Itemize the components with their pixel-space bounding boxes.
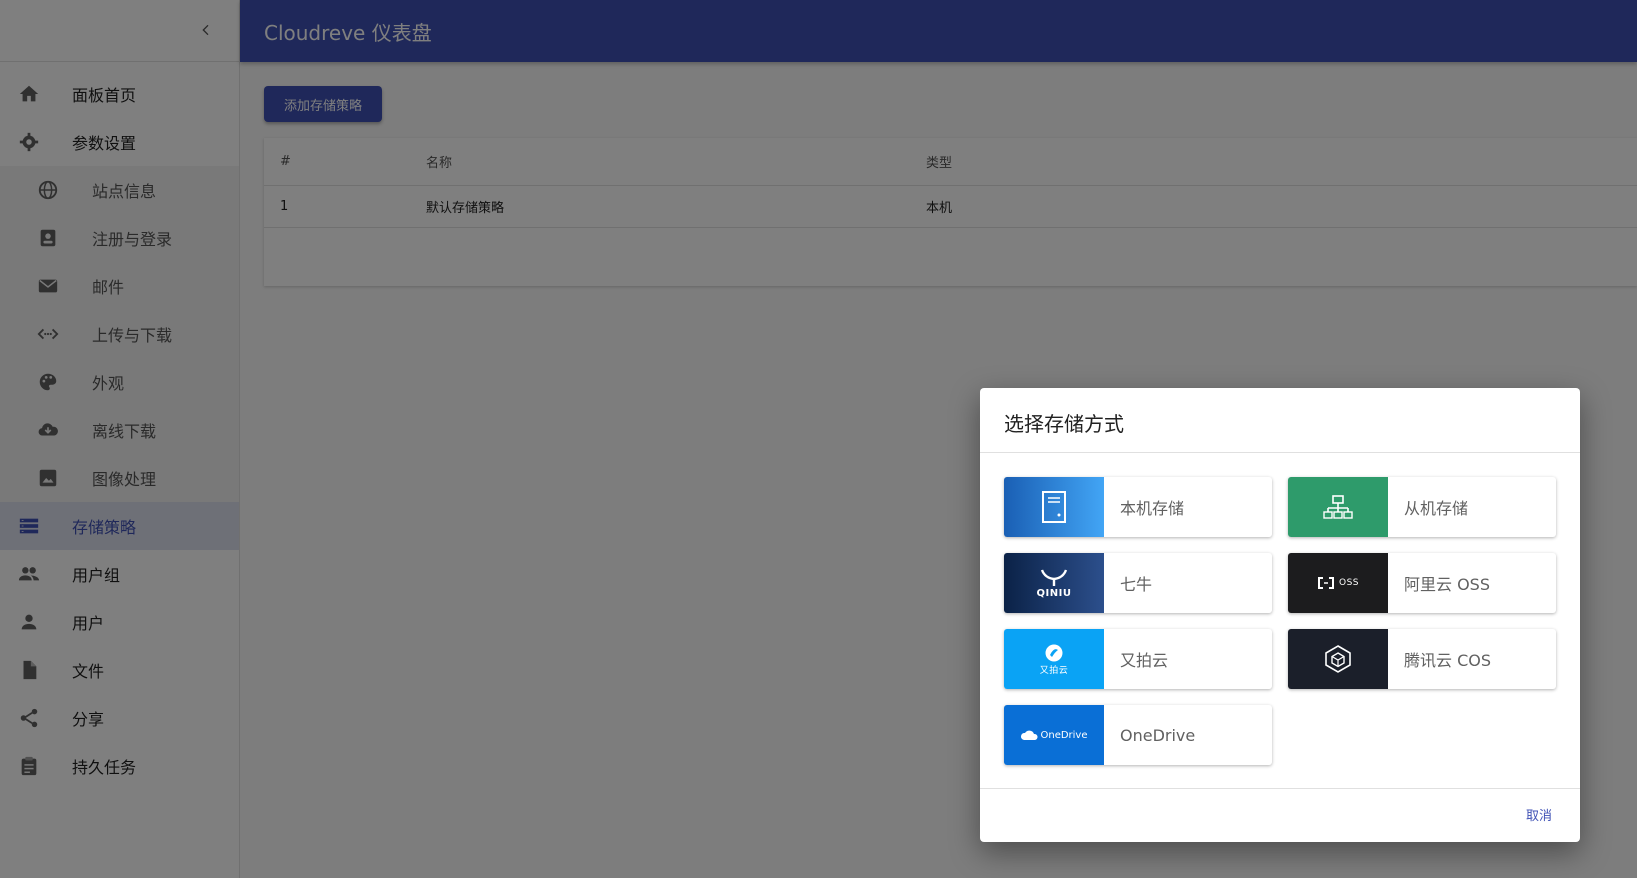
dialog-divider-bottom <box>980 788 1580 789</box>
onedrive-logo-text: OneDrive <box>1040 729 1088 741</box>
select-storage-dialog: 选择存储方式 本机存储 从机存储 QINIU 七牛 OSS 阿里云 OSS 又拍… <box>980 388 1580 842</box>
storage-option-upyun[interactable]: 又拍云 又拍云 <box>1004 629 1272 689</box>
upyun-logo-text: 又拍云 <box>1039 665 1069 676</box>
qiniu-logo-text: QINIU <box>1036 587 1072 599</box>
cancel-button[interactable]: 取消 <box>1522 801 1556 828</box>
dialog-divider-top <box>980 452 1580 453</box>
storage-option-label: 七牛 <box>1120 575 1153 594</box>
network-icon <box>1288 477 1388 537</box>
server-icon <box>1004 477 1104 537</box>
dialog-title: 选择存储方式 <box>1004 412 1124 436</box>
upyun-logo-icon: 又拍云 <box>1004 629 1104 689</box>
storage-option-label: 又拍云 <box>1120 651 1169 670</box>
storage-option-qiniu[interactable]: QINIU 七牛 <box>1004 553 1272 613</box>
storage-option-label: 从机存储 <box>1404 499 1469 518</box>
storage-option-tencent-cos[interactable]: 腾讯云 COS <box>1288 629 1556 689</box>
storage-option-label: 本机存储 <box>1120 499 1185 518</box>
storage-option-onedrive[interactable]: OneDrive OneDrive <box>1004 705 1272 765</box>
storage-option-local[interactable]: 本机存储 <box>1004 477 1272 537</box>
storage-option-label: 阿里云 OSS <box>1404 575 1490 594</box>
onedrive-logo-icon: OneDrive <box>1004 705 1104 765</box>
storage-option-label: 腾讯云 COS <box>1404 651 1492 670</box>
cube-icon <box>1288 629 1388 689</box>
aliyun-logo-icon: OSS <box>1288 553 1388 613</box>
aliyun-logo-text: OSS <box>1338 578 1359 588</box>
storage-option-slave[interactable]: 从机存储 <box>1288 477 1556 537</box>
storage-option-label: OneDrive <box>1120 725 1196 745</box>
storage-option-aliyun-oss[interactable]: OSS 阿里云 OSS <box>1288 553 1556 613</box>
qiniu-logo-icon: QINIU <box>1004 553 1104 613</box>
